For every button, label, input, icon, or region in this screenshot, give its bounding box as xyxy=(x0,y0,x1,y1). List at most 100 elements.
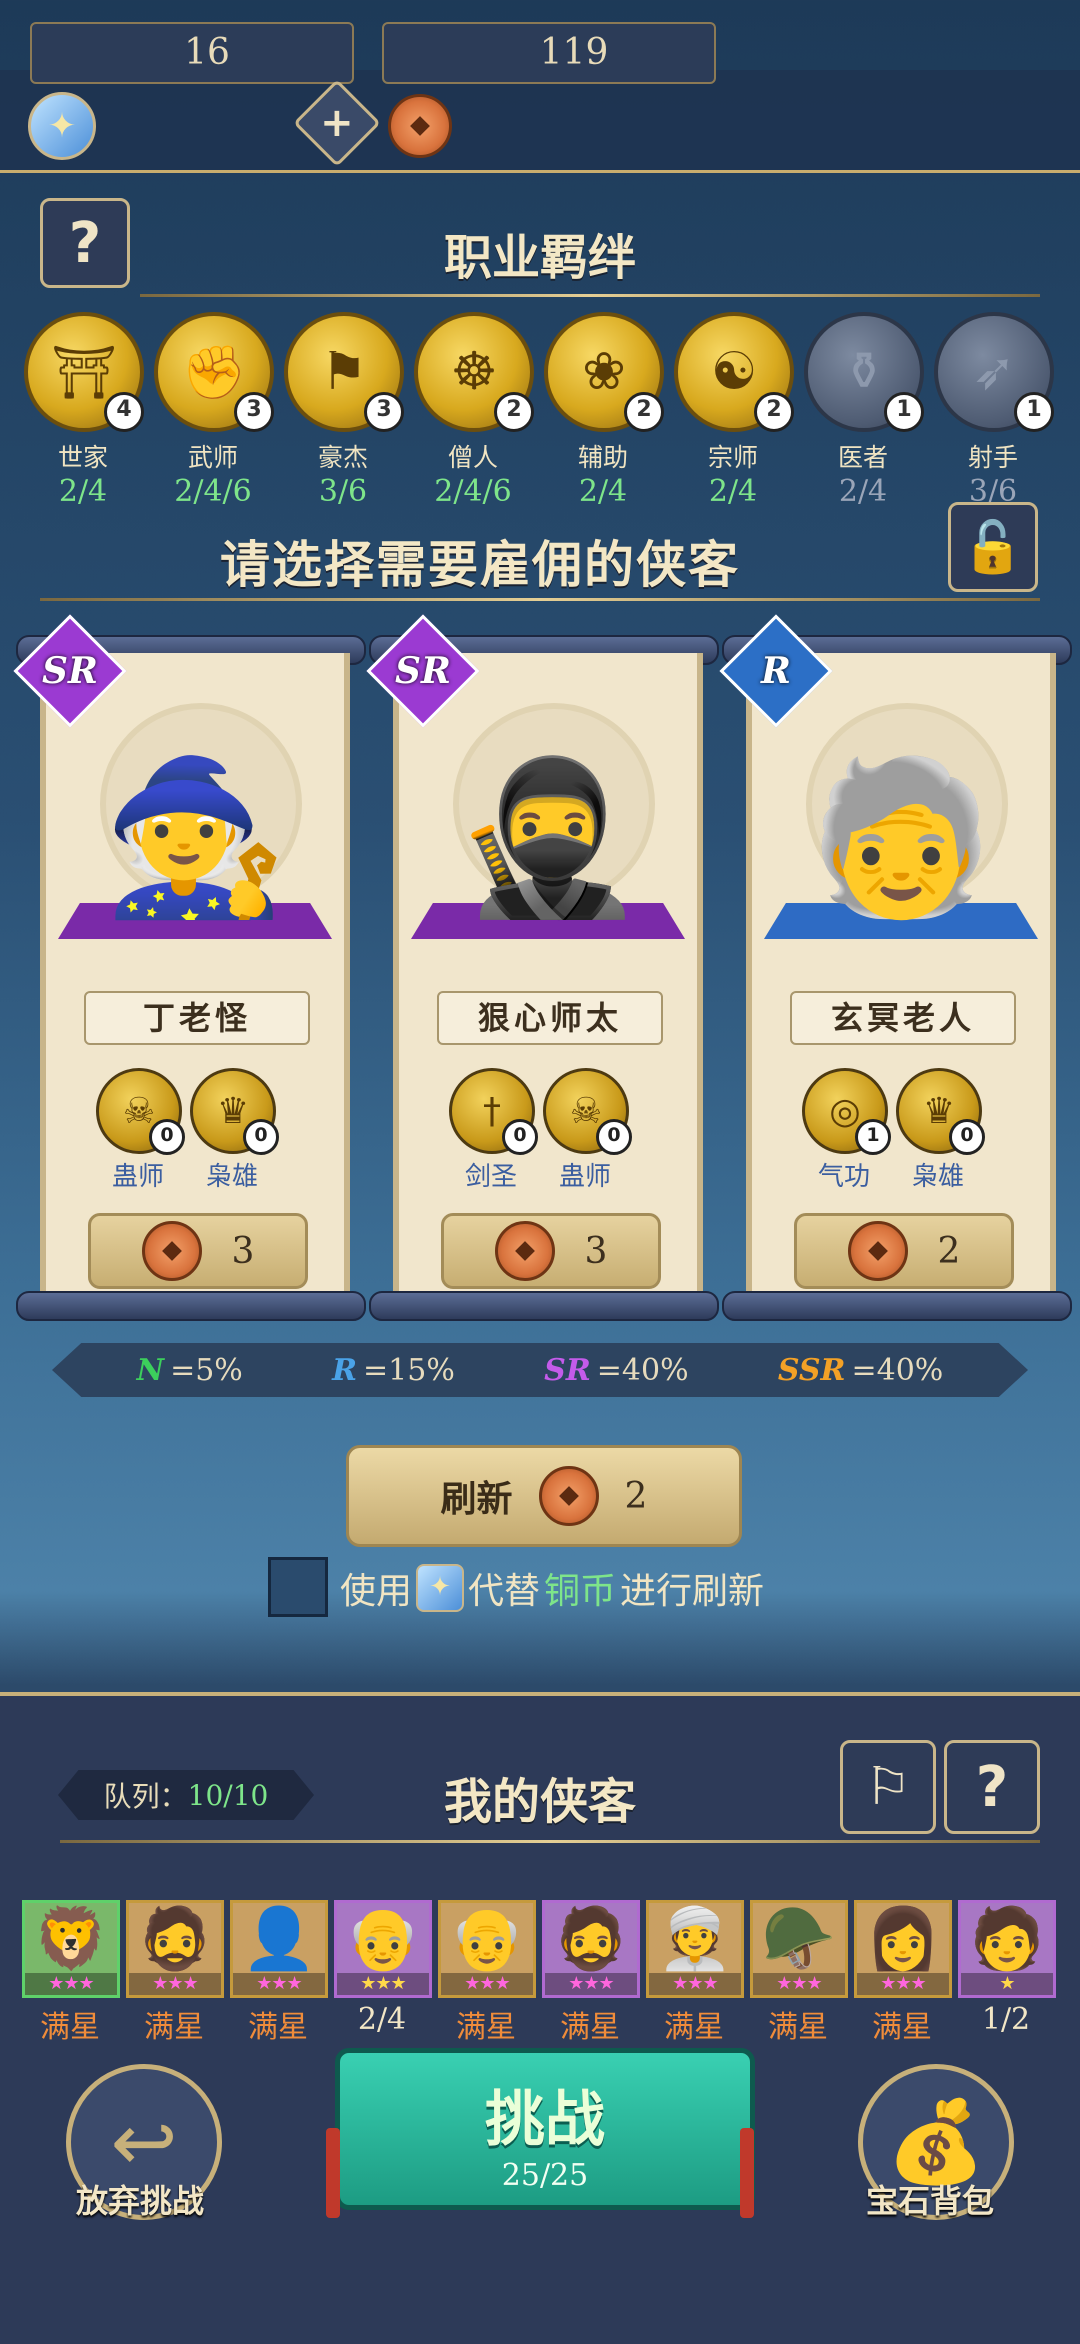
tag-count: 0 xyxy=(949,1119,985,1155)
villain-icon: ♛ 0 xyxy=(896,1068,985,1155)
refresh-cost: 2 xyxy=(624,1475,648,1517)
rarity-r-icon: R xyxy=(332,1352,358,1388)
star-status: 2/4 xyxy=(357,2002,407,2037)
odds-ssr: SSR =40% xyxy=(778,1353,943,1388)
ticket-icon: ✦ xyxy=(28,92,96,160)
bond-item[interactable]: ☸ 2 僧人 2/4/6 xyxy=(414,312,534,509)
gem-bag-label: 宝石背包 xyxy=(865,2182,994,2220)
flag-button[interactable]: ⚐ xyxy=(840,1740,936,1834)
swirl-icon: ◎ 1 xyxy=(802,1068,891,1155)
bond-item[interactable]: ☯ 2 宗师 2/4 xyxy=(674,312,794,509)
bond-name: 豪杰 xyxy=(317,443,368,472)
hero-tag: ◎ 1 气功 xyxy=(802,1068,891,1193)
bond-item[interactable]: ⛩ 4 世家 2/4 xyxy=(24,312,144,509)
tag-name: 剑圣 xyxy=(464,1162,517,1192)
bond-level-badge: 3 xyxy=(364,392,404,432)
hire-title: 请选择需要雇佣的侠客 xyxy=(220,535,740,594)
hero-avatar: 👴 ★★★ xyxy=(438,1900,536,1998)
owned-hero-slot[interactable]: 🧔 ★★★ 满星 xyxy=(126,1900,224,2046)
hero-card[interactable]: 🧓 玄冥老人 ◎ 1 气功 ♛ 0 枭雄 2 R xyxy=(719,614,1072,1321)
bond-progress: 2/4 xyxy=(58,474,108,509)
challenge-label: 挑战 xyxy=(485,2085,605,2155)
star-rating: ★★★ xyxy=(129,1973,221,1995)
hero-name: 丁老怪 xyxy=(84,991,310,1045)
divider xyxy=(40,598,1040,601)
tag-name: 枭雄 xyxy=(911,1162,964,1192)
hero-figure-icon: 🥷 xyxy=(454,751,642,925)
tag-name: 枭雄 xyxy=(205,1162,258,1192)
hero-card[interactable]: 🧙 丁老怪 ☠ 0 蛊师 ♛ 0 枭雄 3 SR xyxy=(13,614,366,1321)
hire-price-button[interactable]: 3 xyxy=(441,1213,661,1289)
owned-hero-slot[interactable]: 👴 ★★★ 满星 xyxy=(438,1900,536,2046)
star-status: 满星 xyxy=(768,2010,828,2045)
challenge-button[interactable]: 挑战 25/25 xyxy=(335,2048,755,2210)
hero-name: 玄冥老人 xyxy=(790,991,1016,1045)
owned-hero-slot[interactable]: 🦁 ★★★ 满星 xyxy=(22,1900,120,2046)
price-value: 2 xyxy=(937,1230,961,1272)
bond-level-badge: 4 xyxy=(104,392,144,432)
bond-item[interactable]: ⚱ 1 医者 2/4 xyxy=(804,312,924,509)
star-rating: ★★★ xyxy=(649,1973,741,1995)
hero-figure-icon: 🧓 xyxy=(807,751,995,925)
bond-level-badge: 1 xyxy=(884,392,924,432)
fist-icon: ✊ 3 xyxy=(154,312,274,432)
bond-item[interactable]: ❀ 2 辅助 2/4 xyxy=(544,312,664,509)
bond-item[interactable]: ✊ 3 武师 2/4/6 xyxy=(154,312,274,509)
owned-hero-slot[interactable]: 👩 ★★★ 满星 xyxy=(854,1900,952,2046)
hero-card[interactable]: 🥷 狠心师太 † 0 剑圣 ☠ 0 蛊师 3 SR xyxy=(366,614,719,1321)
refresh-button[interactable]: 刷新 2 xyxy=(346,1445,742,1547)
lock-button[interactable]: 🔓 xyxy=(948,502,1038,592)
bond-item[interactable]: ➶ 1 射手 3/6 xyxy=(934,312,1054,509)
bond-progress: 3/6 xyxy=(318,474,368,509)
bond-name: 僧人 xyxy=(447,443,498,472)
use-suffix: 进行刷新 xyxy=(620,1571,765,1612)
use-prefix: 使用 xyxy=(340,1571,413,1612)
use-ticket-checkbox[interactable] xyxy=(268,1557,328,1617)
owned-hero-slot[interactable]: 🧔 ★★★ 满星 xyxy=(542,1900,640,2046)
star-status: 1/2 xyxy=(981,2002,1031,2037)
queue-indicator: 队列： 10/10 xyxy=(58,1770,314,1820)
hire-price-button[interactable]: 2 xyxy=(794,1213,1014,1289)
hero-tag: ☠ 0 蛊师 xyxy=(543,1068,632,1193)
bond-name: 辅助 xyxy=(577,443,628,472)
help-button[interactable]: ? xyxy=(944,1740,1040,1834)
tag-name: 蛊师 xyxy=(111,1162,164,1192)
tag-count: 0 xyxy=(149,1119,185,1155)
hire-price-button[interactable]: 3 xyxy=(88,1213,308,1289)
tag-count: 0 xyxy=(502,1119,538,1155)
card-body: 🧓 玄冥老人 ◎ 1 气功 ♛ 0 枭雄 2 xyxy=(746,653,1056,1293)
divider xyxy=(60,1840,1040,1843)
hero-portrait: 🧙 xyxy=(64,683,326,913)
sword-icon: † 0 xyxy=(449,1068,538,1155)
poison-icon: ☠ 0 xyxy=(96,1068,185,1155)
owned-hero-slot[interactable]: 🪖 ★★★ 满星 xyxy=(750,1900,848,2046)
hero-tag: ♛ 0 枭雄 xyxy=(896,1068,985,1193)
hero-avatar: 🧔 ★★★ xyxy=(542,1900,640,1998)
owned-hero-slot[interactable]: 🧑 ★ 1/2 xyxy=(958,1900,1056,2037)
help-button[interactable]: ? xyxy=(40,198,130,288)
owned-hero-slot[interactable]: 👤 ★★★ 满星 xyxy=(230,1900,328,2046)
star-rating: ★★★ xyxy=(753,1973,845,1995)
bond-progress: 2/4/6 xyxy=(434,474,512,509)
star-status: 满星 xyxy=(456,2010,516,2045)
tag-count: 1 xyxy=(855,1119,891,1155)
coin-count: 119 xyxy=(539,32,609,73)
owned-hero-slot[interactable]: 👴 ★★★ 2/4 xyxy=(334,1900,432,2037)
hero-tag: ♛ 0 枭雄 xyxy=(190,1068,279,1193)
bow-icon: ➶ 1 xyxy=(934,312,1054,432)
hero-avatar: 👴 ★★★ xyxy=(334,1900,432,1998)
odds-value: =5% xyxy=(170,1352,243,1388)
queue-label: 队列： xyxy=(103,1780,188,1813)
card-body: 🥷 狠心师太 † 0 剑圣 ☠ 0 蛊师 3 xyxy=(393,653,703,1293)
bond-level-badge: 1 xyxy=(1014,392,1054,432)
scroll-rod xyxy=(722,1291,1072,1321)
coin-icon xyxy=(141,1221,202,1281)
coin-resource: 119 xyxy=(382,22,716,84)
hero-name: 狠心师太 xyxy=(437,991,663,1045)
bond-item[interactable]: ⚑ 3 豪杰 3/6 xyxy=(284,312,404,509)
owned-hero-slot[interactable]: 👳 ★★★ 满星 xyxy=(646,1900,744,2046)
rarity-ssr-icon: SSR xyxy=(777,1352,846,1388)
flag-icon: ⚑ 3 xyxy=(284,312,404,432)
star-rating: ★★★ xyxy=(337,1973,429,1995)
star-rating: ★★★ xyxy=(25,1973,117,1995)
